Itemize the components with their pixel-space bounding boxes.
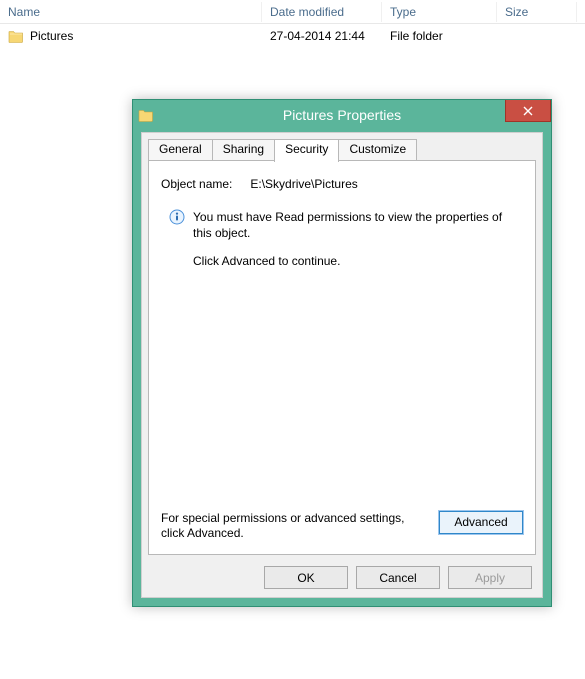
file-date: 27-04-2014 21:44 (262, 27, 382, 45)
close-button[interactable] (505, 100, 551, 122)
dialog-titlebar[interactable]: Pictures Properties (133, 100, 551, 130)
ok-button[interactable]: OK (264, 566, 348, 589)
column-header-date[interactable]: Date modified (262, 2, 382, 22)
tab-security[interactable]: Security (274, 139, 339, 162)
info-block: You must have Read permissions to view t… (169, 209, 515, 282)
file-size (497, 34, 577, 38)
dialog-title: Pictures Properties (133, 107, 551, 123)
info-message-1: You must have Read permissions to view t… (193, 209, 515, 241)
dialog-body: General Sharing Security Customize Objec… (141, 132, 543, 598)
properties-dialog: Pictures Properties General Sharing Secu… (132, 99, 552, 607)
tab-strip: General Sharing Security Customize (148, 139, 536, 160)
list-item[interactable]: Pictures 27-04-2014 21:44 File folder (0, 24, 585, 46)
tab-customize[interactable]: Customize (338, 139, 417, 160)
cancel-button[interactable]: Cancel (356, 566, 440, 589)
object-name-value: E:\Skydrive\Pictures (250, 177, 357, 191)
tab-panel-security: Object name: E:\Skydrive\Pictures You mu… (148, 160, 536, 555)
file-name: Pictures (30, 29, 73, 43)
column-header-size[interactable]: Size (497, 2, 577, 22)
column-header-name[interactable]: Name (0, 2, 262, 22)
advanced-hint: For special permissions or advanced sett… (161, 511, 429, 542)
info-icon (169, 209, 185, 225)
advanced-button[interactable]: Advanced (439, 511, 523, 534)
column-headers: Name Date modified Type Size (0, 0, 585, 24)
dialog-button-row: OK Cancel Apply (264, 566, 532, 589)
tab-sharing[interactable]: Sharing (212, 139, 275, 160)
folder-icon (133, 100, 159, 130)
info-message-2: Click Advanced to continue. (193, 253, 515, 269)
object-name-label: Object name: (161, 177, 232, 191)
tab-general[interactable]: General (148, 139, 213, 160)
folder-icon (8, 28, 24, 44)
file-type: File folder (382, 27, 497, 45)
file-list: Name Date modified Type Size Pictures 27… (0, 0, 585, 46)
column-header-type[interactable]: Type (382, 2, 497, 22)
apply-button[interactable]: Apply (448, 566, 532, 589)
